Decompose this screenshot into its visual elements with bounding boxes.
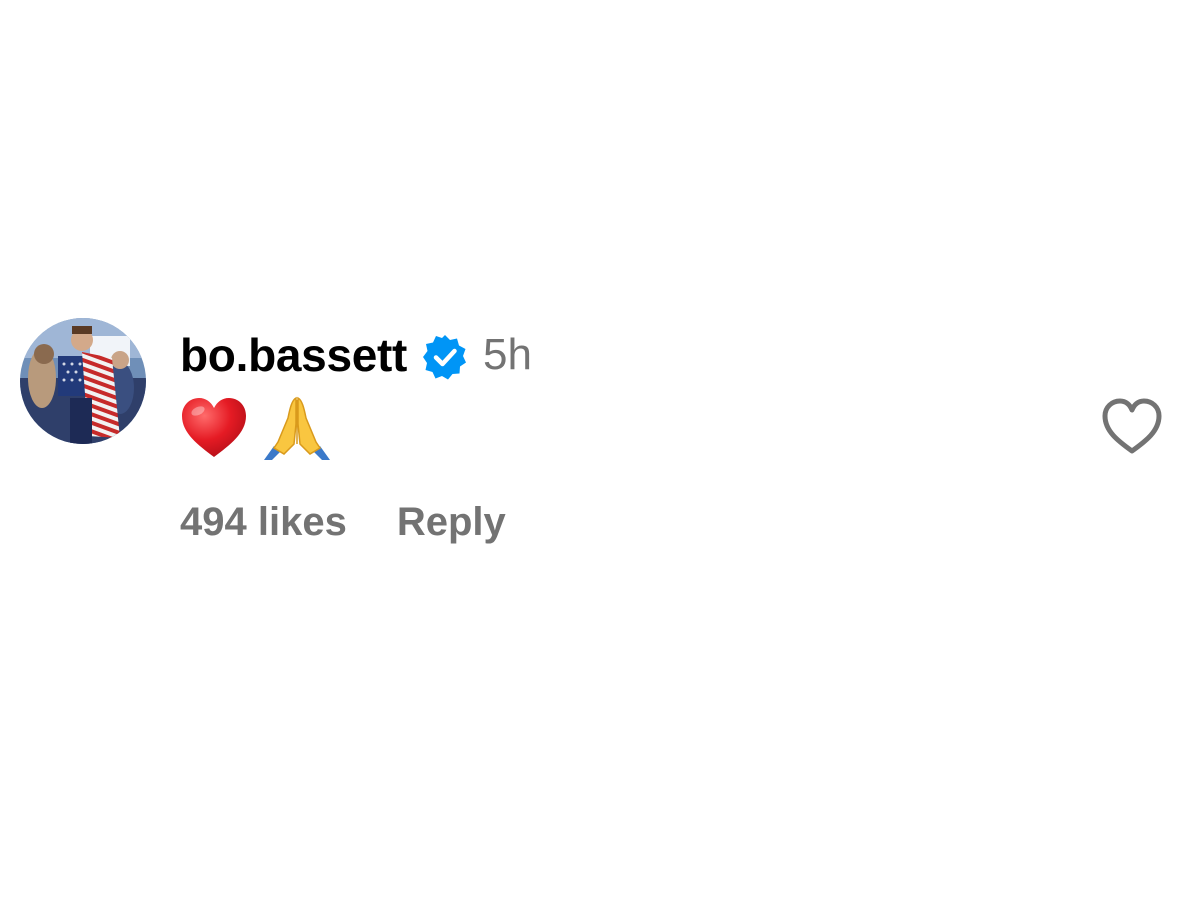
comment-header: bo.bassett 5h xyxy=(180,323,532,387)
verified-badge-icon xyxy=(421,333,469,381)
avatar-photo xyxy=(20,318,146,444)
page: bo.bassett 5h 494 likes Reply xyxy=(0,0,1200,900)
red-heart-emoji xyxy=(180,397,248,459)
likes-count-button[interactable]: 494 likes xyxy=(180,500,347,545)
comment-item: bo.bassett 5h 494 likes Reply xyxy=(20,315,1180,565)
username-link[interactable]: bo.bassett xyxy=(180,328,407,382)
comment-timestamp[interactable]: 5h xyxy=(483,330,532,380)
folded-hands-emoji xyxy=(260,394,334,462)
comment-actions: 494 likes Reply xyxy=(180,497,506,547)
like-comment-button[interactable] xyxy=(1100,397,1164,457)
reply-button[interactable]: Reply xyxy=(397,500,506,545)
heart-outline-icon xyxy=(1102,398,1162,454)
comment-text xyxy=(180,393,334,463)
avatar[interactable] xyxy=(20,318,146,444)
